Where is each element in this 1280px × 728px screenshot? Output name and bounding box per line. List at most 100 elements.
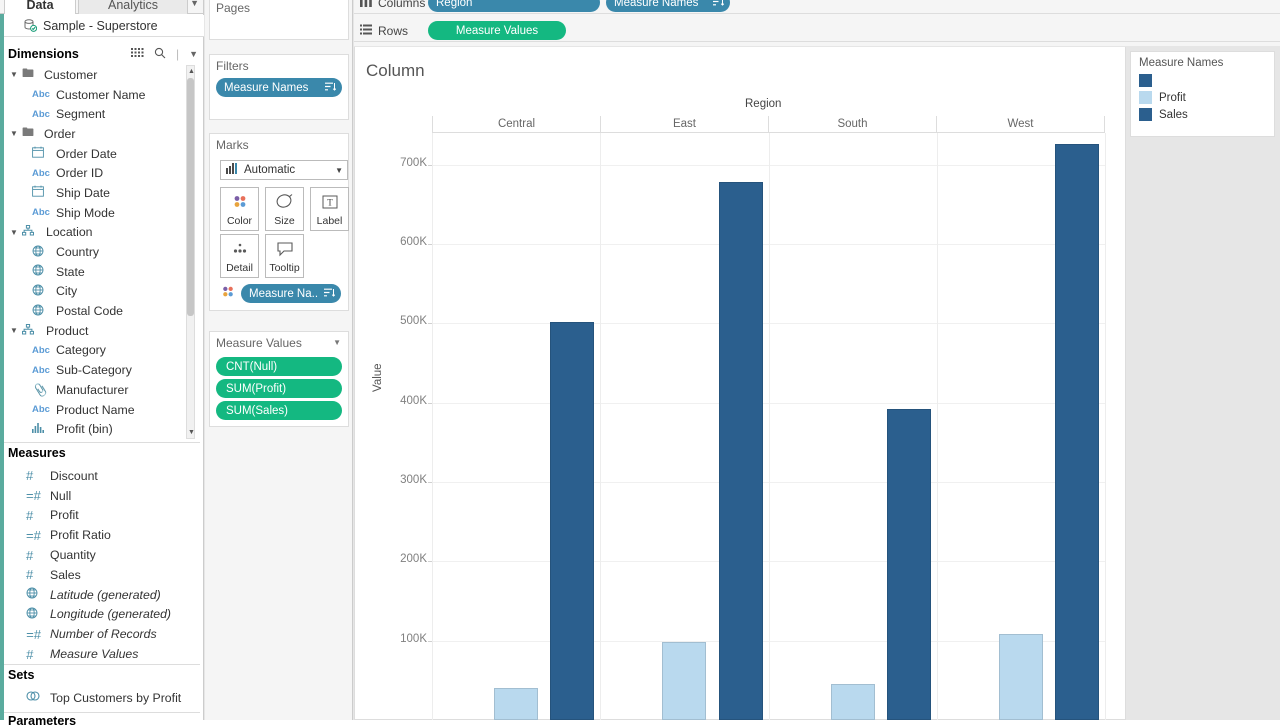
dimensions-header: Dimensions | ▼ — [8, 47, 198, 62]
bar-west-sales[interactable] — [1055, 144, 1099, 720]
dimension-item-product-name[interactable]: Abc Product Name — [4, 400, 190, 420]
measure-item-discount[interactable]: # Discount — [4, 466, 200, 486]
measure-values-card: Measure Values ▼ CNT(Null) SUM(Profit) SUM… — [209, 331, 349, 427]
dimension-item-order-id[interactable]: Abc Order ID — [4, 163, 190, 183]
dimensions-scrollbar[interactable]: ▲ ▼ — [186, 65, 195, 439]
legend-item[interactable] — [1131, 73, 1274, 90]
measure-values-list[interactable]: CNT(Null) SUM(Profit) SUM(Sales) — [210, 352, 348, 420]
marks-size-button[interactable]: Size — [265, 187, 304, 231]
columns-pills[interactable]: Region Measure Names — [428, 0, 730, 12]
scroll-up-icon[interactable]: ▲ — [187, 66, 196, 77]
sort-icon[interactable] — [713, 0, 725, 9]
measures-list[interactable]: # Discount =# Null # Profit =# Profit Ratio # Qua… — [4, 466, 200, 664]
measure-value-pill-1[interactable]: SUM(Profit) — [216, 379, 342, 398]
bin-icon — [32, 422, 56, 436]
rows-pills[interactable]: Measure Values — [428, 21, 566, 40]
dimension-item-state[interactable]: State — [4, 262, 190, 282]
datasource-row[interactable]: Sample - Superstore — [4, 15, 204, 37]
dimension-item-customer-name[interactable]: Abc Customer Name — [4, 85, 190, 105]
legend-item[interactable]: Profit — [1131, 90, 1274, 107]
sets-list[interactable]: Top Customers by Profit — [4, 688, 200, 708]
dimension-item-order-date[interactable]: Order Date — [4, 144, 190, 164]
filter-pill-measure-names[interactable]: Measure Names — [216, 78, 342, 97]
measure-value-pill-2[interactable]: SUM(Sales) — [216, 401, 342, 420]
sort-icon[interactable] — [325, 82, 337, 94]
measure-item-latitude-generated-[interactable]: Latitude (generated) — [4, 585, 200, 605]
marks-tooltip-button[interactable]: Tooltip — [265, 234, 304, 278]
twisty-icon[interactable]: ▼ — [10, 326, 22, 335]
measure-item-quantity[interactable]: # Quantity — [4, 545, 200, 565]
dimension-item-profit-bin-[interactable]: Profit (bin) — [4, 419, 190, 439]
dimension-label: Product — [46, 323, 89, 338]
measure-item-profit[interactable]: # Profit — [4, 506, 200, 526]
mark-type-selector[interactable]: Automatic ▼ — [220, 160, 348, 180]
twisty-icon[interactable]: ▼ — [10, 129, 22, 138]
twisty-icon[interactable]: ▼ — [10, 70, 22, 79]
number-icon: # — [26, 468, 34, 484]
dimension-item-ship-date[interactable]: Ship Date — [4, 183, 190, 203]
column-header-label: East — [672, 118, 696, 130]
grid-view-icon[interactable] — [130, 47, 144, 61]
dimension-item-country[interactable]: Country — [4, 242, 190, 262]
dimension-item-postal-code[interactable]: Postal Code — [4, 301, 190, 321]
bar-south-sales[interactable] — [886, 409, 931, 720]
marks-pill-measure-names[interactable]: Measure Na.. — [241, 284, 341, 303]
dimension-item-customer[interactable]: ▼ 🖿 Customer — [4, 65, 190, 85]
measure-value-pill-0[interactable]: CNT(Null) — [216, 357, 342, 376]
measure-item-measure-values[interactable]: # Measure Values — [4, 644, 200, 664]
columns-pill-measure-names[interactable]: Measure Names — [606, 0, 730, 12]
marks-detail-button[interactable]: Detail — [220, 234, 259, 278]
measure-item-null[interactable]: =# Null — [4, 486, 200, 506]
hierarchy-icon — [22, 225, 46, 239]
measure-item-longitude-generated-[interactable]: Longitude (generated) — [4, 605, 200, 625]
scroll-down-icon[interactable]: ▼ — [187, 427, 196, 438]
scrollbar-thumb[interactable] — [187, 78, 194, 316]
search-icon[interactable] — [154, 47, 166, 62]
rows-shelf[interactable]: Rows Measure Values — [354, 20, 1280, 42]
column-header-west[interactable]: West — [936, 116, 1105, 132]
dimension-item-location[interactable]: ▼ Location — [4, 223, 190, 243]
dimension-item-order[interactable]: ▼ 🖿 Order — [4, 124, 190, 144]
bar-east-profit[interactable] — [662, 642, 707, 720]
plot-area[interactable] — [432, 133, 1106, 720]
column-headers[interactable]: Central East South West — [432, 116, 1105, 133]
measure-item-sales[interactable]: # Sales — [4, 565, 200, 585]
legend-item[interactable]: Sales — [1131, 107, 1274, 124]
legend-items[interactable]: Profit Sales — [1131, 73, 1274, 124]
columns-pill-region[interactable]: Region — [428, 0, 600, 12]
sort-icon[interactable] — [324, 288, 336, 300]
dimension-item-city[interactable]: City — [4, 282, 190, 302]
dimension-item-sub-category[interactable]: Abc Sub-Category — [4, 360, 190, 380]
tab-analytics[interactable]: Analytics — [78, 0, 188, 14]
marks-label-button[interactable]: T Label — [310, 187, 349, 231]
dimension-item-category[interactable]: Abc Category — [4, 341, 190, 361]
bar-west-profit[interactable] — [998, 633, 1043, 720]
pane-menu-icon[interactable]: ▼ — [189, 49, 198, 59]
bar-central-profit[interactable] — [494, 688, 539, 720]
chevron-down-icon[interactable]: ▼ — [190, 0, 199, 8]
rows-pill-measure-values[interactable]: Measure Values — [428, 21, 566, 40]
chevron-down-icon[interactable]: ▼ — [335, 166, 343, 175]
twisty-icon[interactable]: ▼ — [10, 228, 22, 237]
dimension-item-product[interactable]: ▼ Product — [4, 321, 190, 341]
column-header-label: Central — [497, 118, 536, 130]
shelves: Columns Region Measure Names Rows Measur… — [354, 0, 1280, 46]
dimension-item-ship-mode[interactable]: Abc Ship Mode — [4, 203, 190, 223]
column-header-south[interactable]: South — [768, 116, 936, 132]
set-item[interactable]: Top Customers by Profit — [4, 688, 200, 708]
bar-east-sales[interactable] — [718, 182, 763, 720]
column-header-east[interactable]: East — [600, 116, 768, 132]
columns-shelf[interactable]: Columns Region Measure Names — [354, 0, 1280, 14]
measures-title: Measures — [8, 446, 66, 460]
measure-item-profit-ratio[interactable]: =# Profit Ratio — [4, 525, 200, 545]
bar-south-profit[interactable] — [830, 683, 875, 720]
tab-data[interactable]: Data — [4, 0, 76, 14]
bar-central-sales[interactable] — [550, 321, 595, 720]
measure-item-number-of-records[interactable]: =# Number of Records — [4, 624, 200, 644]
marks-color-button[interactable]: Color — [220, 187, 259, 231]
chevron-down-icon[interactable]: ▼ — [333, 338, 348, 347]
dimension-item-manufacturer[interactable]: 📎 Manufacturer — [4, 380, 190, 400]
column-header-central[interactable]: Central — [432, 116, 600, 132]
dimensions-tree[interactable]: ▼ 🖿 Customer Abc Customer Name Abc Segment ▼ 🖿 Or… — [4, 65, 190, 439]
dimension-item-segment[interactable]: Abc Segment — [4, 104, 190, 124]
